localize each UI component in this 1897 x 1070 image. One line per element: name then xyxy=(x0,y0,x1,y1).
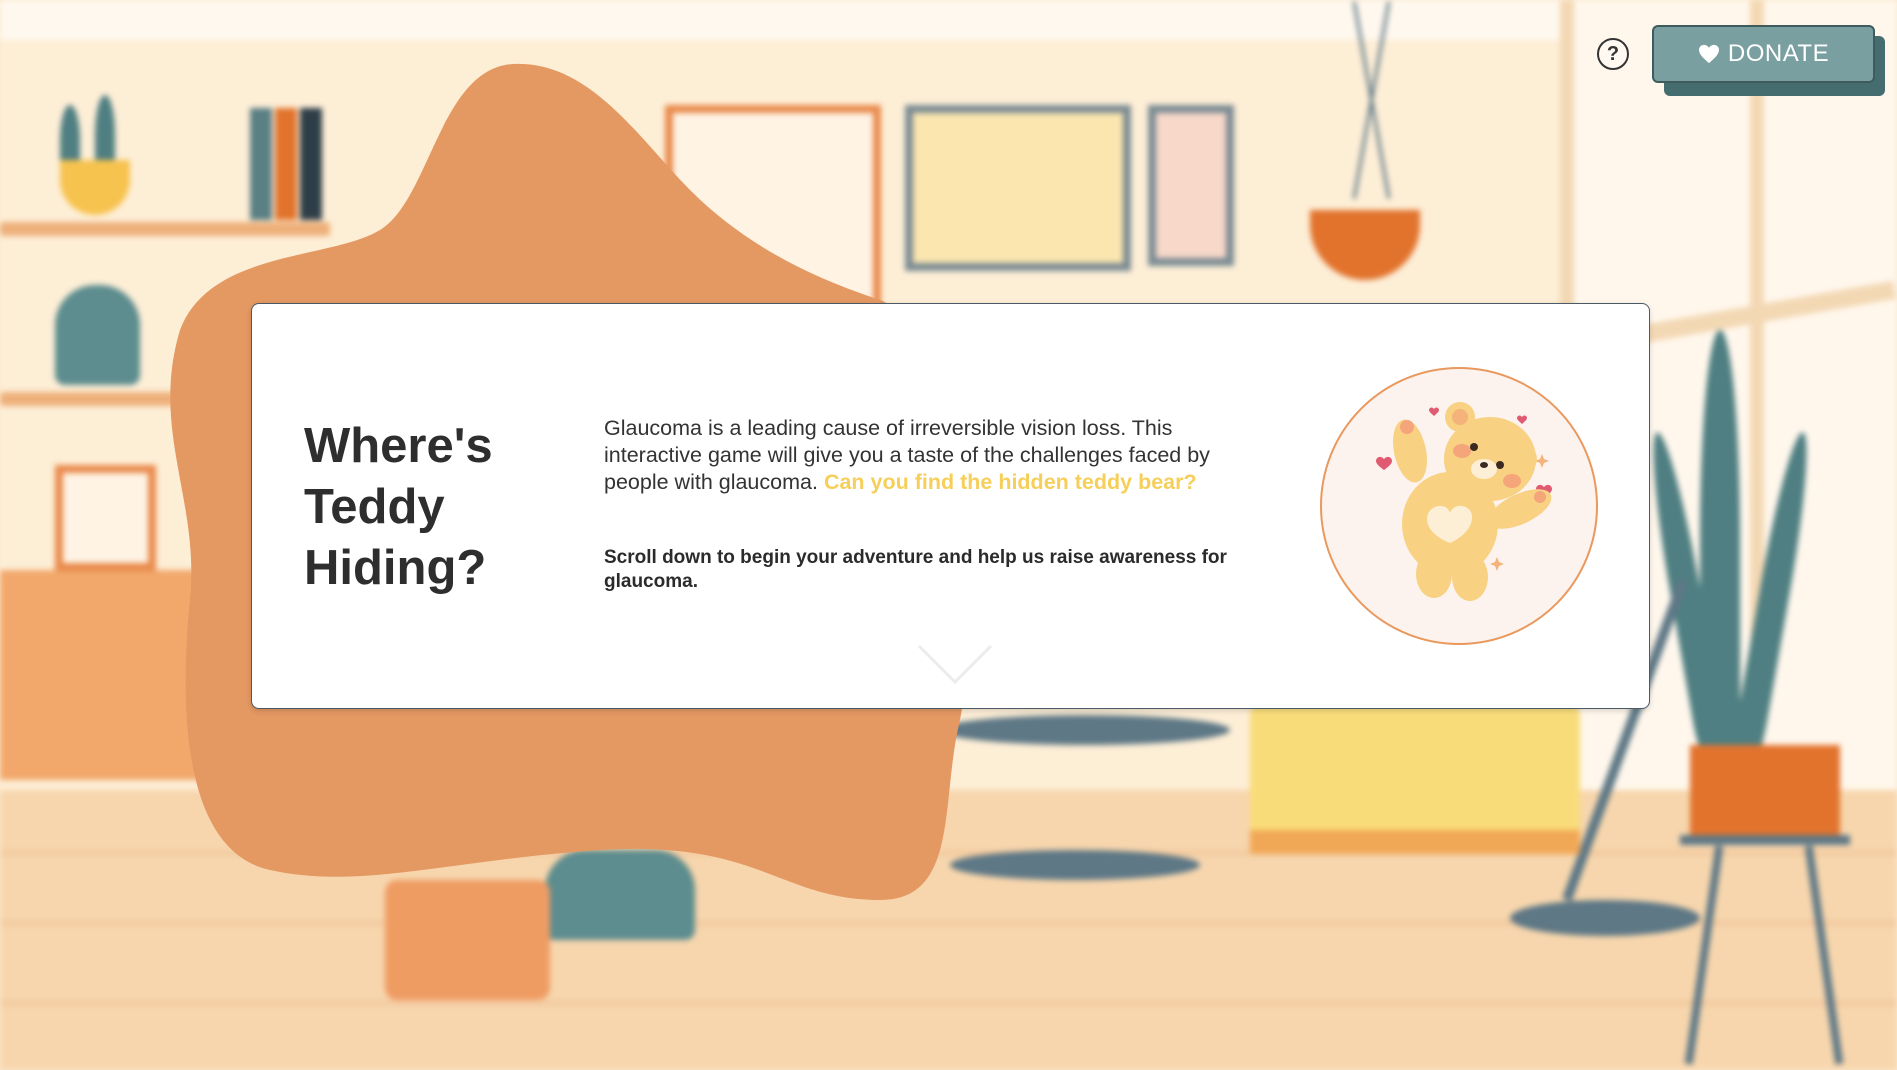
donate-button[interactable]: DONATE xyxy=(1652,25,1875,83)
intro-description: Glaucoma is a leading cause of irreversi… xyxy=(604,415,1254,496)
heart-icon xyxy=(1698,44,1719,64)
help-button[interactable]: ? xyxy=(1597,38,1629,70)
scroll-instruction: Scroll down to begin your adventure and … xyxy=(604,547,1227,592)
chevron-down-icon[interactable] xyxy=(915,642,995,688)
intro-card: Where's Teddy Hiding? Glaucoma is a lead… xyxy=(251,303,1650,709)
teddy-bear-illustration xyxy=(1320,367,1598,645)
donate-label: DONATE xyxy=(1727,40,1830,67)
intro-highlight-question: Can you find the hidden teddy bear? xyxy=(823,470,1197,494)
page-title: Where's Teddy Hiding? xyxy=(304,419,493,595)
question-circle-icon: ? xyxy=(1606,42,1620,65)
